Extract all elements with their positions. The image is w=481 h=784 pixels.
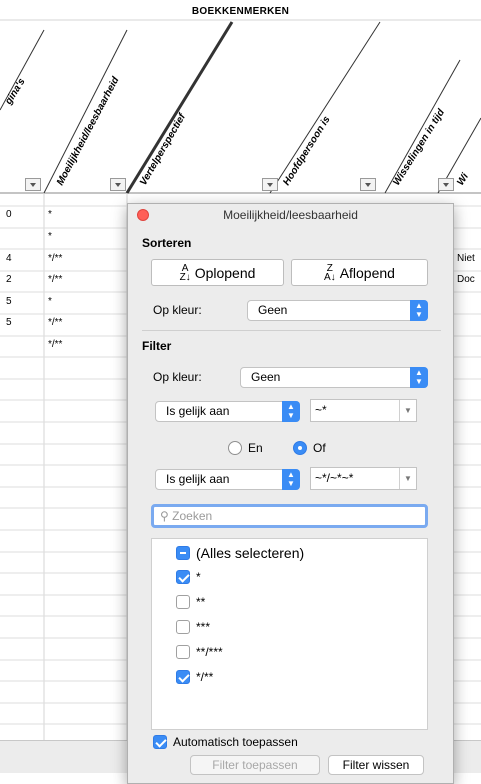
cell-a6[interactable]: 5 bbox=[6, 317, 12, 328]
filter-color-select[interactable]: Geen ▲ ▼ bbox=[240, 367, 428, 388]
divider bbox=[142, 330, 441, 331]
radio-or[interactable] bbox=[293, 441, 307, 455]
list-item-label: **/*** bbox=[196, 645, 223, 659]
value-list[interactable]: (Alles selecteren) * ** *** **/*** */** bbox=[151, 538, 428, 730]
cell-b3[interactable]: */** bbox=[48, 253, 62, 264]
cell-right-1[interactable]: Niet bbox=[457, 253, 475, 264]
sort-descending-label: Aflopend bbox=[339, 264, 395, 281]
condition1-operator-value: Is gelijk aan bbox=[166, 404, 230, 418]
search-icon: ⚲ bbox=[160, 509, 169, 523]
cell-right-2[interactable]: Doc bbox=[457, 274, 475, 285]
list-item-label: * bbox=[196, 570, 201, 584]
radio-and-label: En bbox=[248, 441, 263, 455]
filter-popup: Moeilijkheid/leesbaarheid Sorteren A Z↓ O… bbox=[127, 203, 454, 784]
search-input[interactable]: ⚲ Zoeken bbox=[151, 504, 428, 528]
cell-b2[interactable]: * bbox=[48, 231, 52, 242]
chevron-updown-icon: ▲ ▼ bbox=[282, 401, 300, 422]
checkbox[interactable] bbox=[176, 670, 190, 684]
search-placeholder: Zoeken bbox=[172, 509, 213, 523]
apply-filter-button[interactable]: Filter toepassen bbox=[190, 755, 320, 775]
auto-apply-label: Automatisch toepassen bbox=[173, 735, 298, 749]
filter-dropdown-hoofdpersoon[interactable] bbox=[360, 178, 376, 191]
sort-az-icon: A Z↓ bbox=[179, 262, 191, 283]
cell-a5[interactable]: 5 bbox=[6, 296, 12, 307]
checkbox-auto-apply[interactable] bbox=[153, 735, 167, 749]
clear-filter-button[interactable]: Filter wissen bbox=[328, 755, 424, 775]
sort-color-value: Geen bbox=[258, 303, 288, 317]
cell-b7[interactable]: */** bbox=[48, 339, 62, 350]
chevron-updown-icon: ▲ ▼ bbox=[410, 300, 428, 321]
chevron-down-icon[interactable]: ▼ bbox=[399, 400, 416, 421]
sort-descending-button[interactable]: Z A↓ Aflopend bbox=[291, 259, 428, 286]
radio-or-label: Of bbox=[313, 441, 326, 455]
cell-b1[interactable]: * bbox=[48, 209, 52, 220]
condition1-value: ~* bbox=[315, 403, 327, 417]
sort-section-title: Sorteren bbox=[142, 236, 192, 250]
filter-section-title: Filter bbox=[142, 339, 172, 353]
sort-za-icon: Z A↓ bbox=[324, 262, 336, 283]
sort-color-label: Op kleur: bbox=[153, 303, 202, 317]
filter-active-moeilijkheid[interactable] bbox=[110, 178, 126, 191]
sort-color-select[interactable]: Geen ▲ ▼ bbox=[247, 300, 428, 321]
checkbox[interactable] bbox=[176, 595, 190, 609]
checkbox[interactable] bbox=[176, 570, 190, 584]
list-item-label: */** bbox=[196, 670, 214, 684]
condition1-operator-select[interactable]: Is gelijk aan ▲ ▼ bbox=[155, 401, 300, 422]
filter-color-value: Geen bbox=[251, 370, 281, 384]
condition2-value-combo[interactable]: ~*/~*~* ▼ bbox=[310, 467, 417, 490]
cell-b4[interactable]: */** bbox=[48, 274, 62, 285]
checkbox[interactable] bbox=[176, 645, 190, 659]
checkbox-select-all[interactable] bbox=[176, 546, 190, 560]
condition2-value: ~*/~*~* bbox=[315, 471, 354, 485]
header-wi: Wi bbox=[455, 171, 471, 187]
chevron-updown-icon: ▲ ▼ bbox=[410, 367, 428, 388]
header-moeilijkheid: Moeilijkheid/leesbaarheid bbox=[55, 74, 122, 187]
condition2-operator-select[interactable]: Is gelijk aan ▲ ▼ bbox=[155, 469, 300, 490]
cell-a1[interactable]: 0 bbox=[6, 209, 12, 220]
list-item-label: (Alles selecteren) bbox=[196, 545, 305, 561]
cell-a4[interactable]: 2 bbox=[6, 274, 12, 285]
list-item-label: *** bbox=[196, 620, 211, 634]
header-vertelperspectief: Vertelperspectief bbox=[138, 111, 189, 188]
cell-b6[interactable]: */** bbox=[48, 317, 62, 328]
filter-dropdown-col-a[interactable] bbox=[25, 178, 41, 191]
condition2-operator-value: Is gelijk aan bbox=[166, 472, 230, 486]
filter-dropdown-wisselingen[interactable] bbox=[438, 178, 454, 191]
popup-title: Moeilijkheid/leesbaarheid bbox=[223, 208, 358, 222]
radio-and[interactable] bbox=[228, 441, 242, 455]
list-item-label: ** bbox=[196, 595, 206, 609]
cell-a3[interactable]: 4 bbox=[6, 253, 12, 264]
header-gina-s: gina's bbox=[3, 76, 28, 107]
header-wisselingen: Wisselingen in tijd bbox=[391, 107, 447, 188]
checkbox[interactable] bbox=[176, 620, 190, 634]
filter-color-label: Op kleur: bbox=[153, 370, 202, 384]
filter-dropdown-vertelperspectief[interactable] bbox=[262, 178, 278, 191]
chevron-down-icon[interactable]: ▼ bbox=[399, 468, 416, 489]
condition1-value-combo[interactable]: ~* ▼ bbox=[310, 399, 417, 422]
chevron-updown-icon: ▲ ▼ bbox=[282, 469, 300, 490]
sort-ascending-label: Oplopend bbox=[194, 264, 256, 281]
header-hoofdpersoon: Hoofdpersoon is bbox=[281, 114, 333, 188]
cell-b5[interactable]: * bbox=[48, 296, 52, 307]
sort-ascending-button[interactable]: A Z↓ Oplopend bbox=[151, 259, 284, 286]
